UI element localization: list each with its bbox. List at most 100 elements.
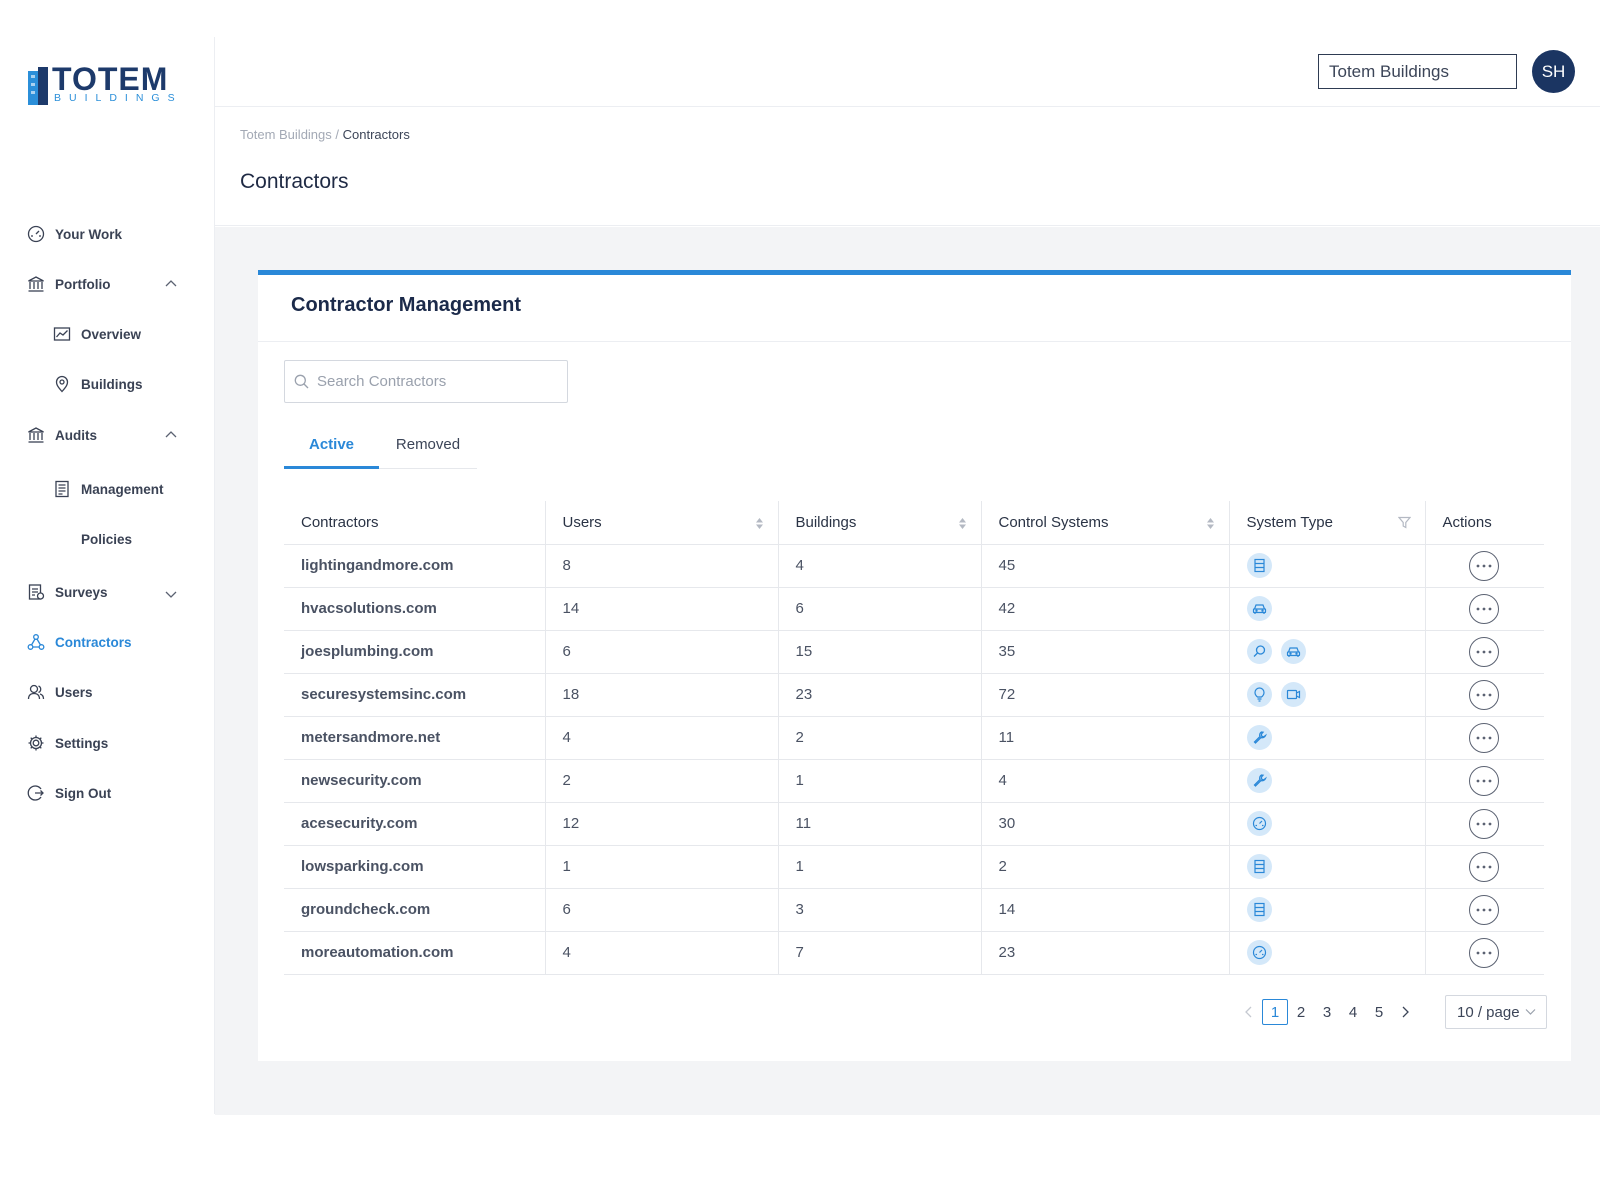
contractor-link[interactable]: hvacsolutions.com (284, 587, 546, 631)
contractor-management-card: Contractor Management Active Removed Con… (258, 270, 1571, 1061)
page-5-button[interactable]: 5 (1366, 999, 1392, 1025)
magnifier-icon (1246, 639, 1272, 664)
contractor-link[interactable]: securesystemsinc.com (284, 673, 546, 717)
sidebar-item-users[interactable]: Users (26, 680, 93, 704)
totem-logo[interactable]: TOTEM BUILDINGS (28, 62, 183, 107)
contractor-link[interactable]: metersandmore.net (284, 716, 546, 760)
sort-icon[interactable] (1206, 517, 1215, 530)
status-tabs: Active Removed (284, 430, 477, 469)
buildings-count: 4 (778, 544, 982, 588)
ellipsis-icon (1476, 779, 1491, 782)
sidebar-item-label: Overview (81, 326, 142, 342)
column-header-buildings[interactable]: Buildings (778, 501, 982, 545)
chevron-up-icon[interactable] (164, 428, 178, 442)
filter-icon[interactable] (1397, 516, 1411, 529)
sidebar-item-settings[interactable]: Settings (26, 731, 108, 755)
contractor-link[interactable]: lightingandmore.com (284, 544, 546, 588)
wrench-icon (1246, 725, 1272, 750)
sidebar-item-audits[interactable]: Audits (26, 423, 97, 447)
more-actions-button[interactable] (1468, 593, 1499, 624)
ellipsis-icon (1476, 650, 1491, 653)
more-actions-button[interactable] (1468, 808, 1499, 839)
more-actions-button[interactable] (1468, 722, 1499, 753)
sidebar-item-your-work[interactable]: Your Work (26, 222, 122, 246)
more-actions-button[interactable] (1468, 765, 1499, 796)
table-row: newsecurity.com 2 1 4 (284, 759, 1544, 803)
page-2-button[interactable]: 2 (1288, 999, 1314, 1025)
column-header-system-type[interactable]: System Type (1229, 501, 1426, 545)
users-count: 2 (545, 759, 779, 803)
ellipsis-icon (1476, 951, 1491, 954)
more-actions-button[interactable] (1468, 851, 1499, 882)
more-actions-button[interactable] (1468, 937, 1499, 968)
control-systems-count: 4 (981, 759, 1230, 803)
actions-cell (1425, 845, 1544, 889)
system-type-cell (1229, 845, 1426, 889)
breadcrumb: Totem Buildings / Contractors (240, 127, 410, 142)
sidebar-item-management[interactable]: Management (52, 477, 164, 501)
page-4-button[interactable]: 4 (1340, 999, 1366, 1025)
more-actions-button[interactable] (1468, 636, 1499, 667)
ellipsis-icon (1476, 822, 1491, 825)
line-chart-icon (52, 324, 72, 344)
card-accent-bar (258, 270, 1571, 275)
system-type-cell (1229, 544, 1426, 588)
more-actions-button[interactable] (1468, 894, 1499, 925)
more-actions-button[interactable] (1468, 550, 1499, 581)
actions-cell (1425, 716, 1544, 760)
contractor-link[interactable]: lowsparking.com (284, 845, 546, 889)
contractor-link[interactable]: joesplumbing.com (284, 630, 546, 674)
sidebar-item-overview[interactable]: Overview (52, 322, 141, 346)
prev-page-button[interactable] (1236, 999, 1262, 1025)
sort-icon[interactable] (958, 517, 967, 530)
sidebar-item-contractors[interactable]: Contractors (26, 630, 132, 654)
user-avatar[interactable]: SH (1532, 50, 1575, 93)
next-page-button[interactable] (1392, 999, 1418, 1025)
column-header-control-systems[interactable]: Control Systems (981, 501, 1230, 545)
column-header-users[interactable]: Users (545, 501, 779, 545)
contractor-link[interactable]: acesecurity.com (284, 802, 546, 846)
tab-removed[interactable]: Removed (379, 430, 477, 469)
sidebar-item-portfolio[interactable]: Portfolio (26, 272, 111, 296)
tab-active[interactable]: Active (284, 430, 379, 469)
table-row: moreautomation.com 4 7 23 (284, 931, 1544, 975)
search-box[interactable] (284, 360, 568, 403)
contractors-table: Contractors Users Buildings Control Syst… (284, 501, 1544, 975)
users-count: 4 (545, 931, 779, 975)
table-header-row: Contractors Users Buildings Control Syst… (284, 501, 1544, 545)
contractor-link[interactable]: newsecurity.com (284, 759, 546, 803)
map-pin-icon (52, 374, 72, 394)
buildings-count: 2 (778, 716, 982, 760)
more-actions-button[interactable] (1468, 679, 1499, 710)
sidebar-item-label: Audits (55, 427, 97, 443)
control-systems-count: 30 (981, 802, 1230, 846)
system-type-cell (1229, 587, 1426, 631)
contractor-link[interactable]: groundcheck.com (284, 888, 546, 932)
sidebar-item-policies[interactable]: Policies (52, 527, 132, 551)
contractor-link[interactable]: moreautomation.com (284, 931, 546, 975)
sort-icon[interactable] (755, 517, 764, 530)
control-systems-count: 42 (981, 587, 1230, 631)
chevron-down-icon[interactable] (164, 587, 178, 601)
control-systems-count: 35 (981, 630, 1230, 674)
chevron-up-icon[interactable] (164, 277, 178, 291)
sidebar-item-label: Users (55, 684, 93, 700)
car-icon (1246, 596, 1272, 621)
search-input[interactable] (317, 373, 557, 390)
buildings-count: 1 (778, 845, 982, 889)
table-row: lowsparking.com 1 1 2 (284, 845, 1544, 889)
page-3-button[interactable]: 3 (1314, 999, 1340, 1025)
breadcrumb-parent-link[interactable]: Totem Buildings (240, 127, 332, 142)
sidebar-item-sign-out[interactable]: Sign Out (26, 781, 111, 805)
page-size-select[interactable]: 10 / page (1445, 995, 1547, 1029)
table-row: lightingandmore.com 8 4 45 (284, 544, 1544, 588)
sidebar-item-surveys[interactable]: Surveys (26, 580, 108, 604)
sidebar-item-buildings[interactable]: Buildings (52, 372, 143, 396)
page-1-button[interactable]: 1 (1262, 999, 1288, 1025)
actions-cell (1425, 759, 1544, 803)
system-type-cell (1229, 931, 1426, 975)
sidebar: TOTEM BUILDINGS Your Work Portfolio Over… (0, 37, 215, 1114)
organization-select[interactable]: Totem Buildings (1318, 54, 1517, 89)
users-count: 6 (545, 630, 779, 674)
lightbulb-icon (1246, 682, 1272, 707)
